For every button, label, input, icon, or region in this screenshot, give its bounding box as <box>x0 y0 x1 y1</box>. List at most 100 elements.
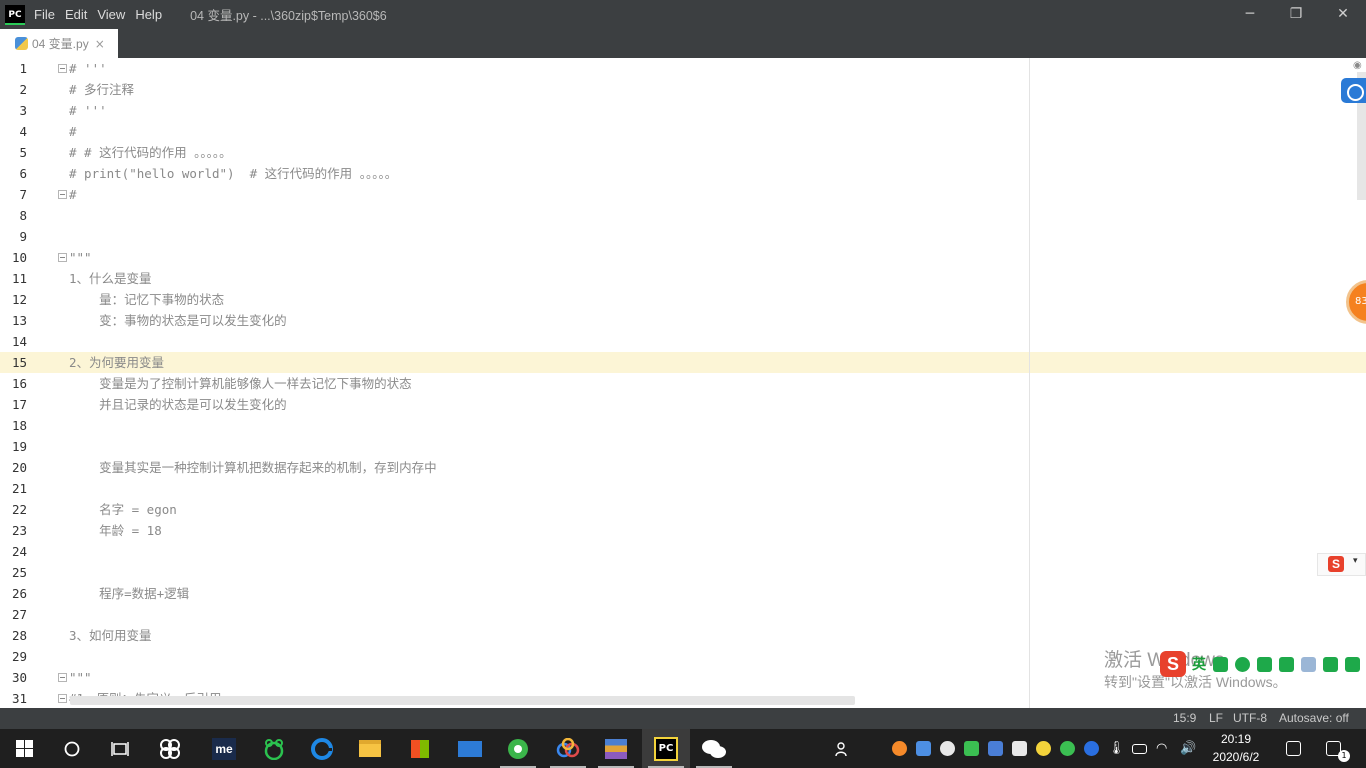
line-number[interactable]: 15 <box>0 352 27 373</box>
menu-help[interactable]: Help <box>135 7 162 22</box>
taskbar-app-wechat[interactable] <box>690 729 738 768</box>
taskbar-app-360[interactable] <box>250 729 298 768</box>
tray-defender-icon[interactable] <box>1012 741 1027 756</box>
code-line[interactable]: 16 变量是为了控制计算机能够像人一样去记忆下事物的状态 <box>0 373 1366 394</box>
ime-toolbar[interactable]: S 英 <box>1160 651 1366 677</box>
search-button[interactable] <box>48 729 96 768</box>
close-window-button[interactable]: ✕ <box>1320 0 1366 29</box>
code-line[interactable]: 20 变量其实是一种控制计算机把数据存起来的机制，存到内存中 <box>0 457 1366 478</box>
code-line[interactable]: 12 量：记忆下事物的状态 <box>0 289 1366 310</box>
task-view-button[interactable] <box>96 729 144 768</box>
file-encoding[interactable]: UTF-8 <box>1233 708 1267 729</box>
code-line[interactable]: 26 程序=数据+逻辑 <box>0 583 1366 604</box>
punctuation-icon[interactable] <box>1213 656 1228 672</box>
line-number[interactable]: 17 <box>0 394 27 415</box>
line-number[interactable]: 25 <box>0 562 27 583</box>
fold-toggle-icon[interactable] <box>58 253 67 262</box>
line-number[interactable]: 24 <box>0 541 27 562</box>
line-number[interactable]: 7 <box>0 184 27 205</box>
code-line[interactable]: 17 并且记录的状态是可以发生变化的 <box>0 394 1366 415</box>
skin-icon[interactable] <box>1323 656 1338 672</box>
tray-plus-icon[interactable] <box>1036 741 1051 756</box>
menu-edit[interactable]: Edit <box>65 7 87 22</box>
line-number[interactable]: 30 <box>0 667 27 688</box>
code-line[interactable]: 2 # 多行注释 <box>0 79 1366 100</box>
bluetooth-icon[interactable] <box>1084 741 1099 756</box>
line-number[interactable]: 16 <box>0 373 27 394</box>
code-line[interactable]: 6 # print("hello world") # 这行代码的作用 。。。。。 <box>0 163 1366 184</box>
keyboard-icon[interactable] <box>1279 656 1294 672</box>
code-line[interactable]: 25 <box>0 562 1366 583</box>
code-line[interactable]: 23 年龄 = 18 <box>0 520 1366 541</box>
line-number[interactable]: 28 <box>0 625 27 646</box>
show-desktop-icon[interactable] <box>1286 741 1301 756</box>
line-number[interactable]: 4 <box>0 121 27 142</box>
line-number[interactable]: 1 <box>0 58 27 79</box>
code-line[interactable]: 5 # # 这行代码的作用 。。。。。 <box>0 142 1366 163</box>
line-number[interactable]: 14 <box>0 331 27 352</box>
fold-toggle-icon[interactable] <box>58 673 67 682</box>
code-editor[interactable]: 1 # ''' 2 # 多行注释 3 # ''' 4 #5 # # 这行代码的作用 。。。。。 6… <box>0 58 1366 708</box>
line-number[interactable]: 5 <box>0 142 27 163</box>
line-number[interactable]: 13 <box>0 310 27 331</box>
line-number[interactable]: 22 <box>0 499 27 520</box>
chevron-down-icon[interactable]: ▾ <box>1353 556 1358 566</box>
line-number[interactable]: 23 <box>0 520 27 541</box>
volume-icon[interactable]: 🔊 <box>1180 741 1196 756</box>
code-line[interactable]: 27 <box>0 604 1366 625</box>
battery-icon[interactable] <box>1132 744 1147 754</box>
line-number[interactable]: 31 <box>0 688 27 708</box>
tray-netdisk-icon[interactable] <box>916 741 931 756</box>
code-line[interactable]: 15 2、为何要用变量 <box>0 352 1366 373</box>
code-line[interactable]: 9 <box>0 226 1366 247</box>
tab-04-variables[interactable]: 04 变量.py × <box>0 29 118 58</box>
people-icon[interactable] <box>835 741 850 757</box>
line-number[interactable]: 11 <box>0 268 27 289</box>
line-number[interactable]: 21 <box>0 478 27 499</box>
line-number[interactable]: 3 <box>0 100 27 121</box>
sogou-ime-mini-bar[interactable]: S ▾ <box>1317 553 1366 576</box>
taskbar-app-360-browser[interactable] <box>494 729 542 768</box>
line-number[interactable]: 12 <box>0 289 27 310</box>
baidu-netdisk-float-icon[interactable] <box>1341 78 1366 103</box>
restore-button[interactable]: ❐ <box>1273 0 1319 29</box>
wifi-icon[interactable]: ◠ <box>1156 741 1171 756</box>
code-line[interactable]: 24 <box>0 541 1366 562</box>
line-number[interactable]: 2 <box>0 79 27 100</box>
fold-toggle-icon[interactable] <box>58 694 67 703</box>
code-line[interactable]: 3 # ''' <box>0 100 1366 121</box>
code-line[interactable]: 14 <box>0 331 1366 352</box>
taskbar-app-explorer[interactable] <box>346 729 394 768</box>
line-number[interactable]: 10 <box>0 247 27 268</box>
code-line[interactable]: 21 <box>0 478 1366 499</box>
code-line[interactable]: 28 3、如何用变量 <box>0 625 1366 646</box>
caret-position[interactable]: 15:9 <box>1173 708 1196 729</box>
toolbox-icon[interactable] <box>1345 656 1360 672</box>
tray-translate-icon[interactable] <box>988 741 1003 756</box>
line-number[interactable]: 26 <box>0 583 27 604</box>
tray-wechat-icon[interactable] <box>940 741 955 756</box>
taskbar-app-winrar[interactable] <box>592 729 640 768</box>
taskbar-app-me[interactable]: me <box>200 729 248 768</box>
line-number[interactable]: 19 <box>0 436 27 457</box>
eye-icon[interactable]: ◉ <box>1353 60 1362 71</box>
line-number[interactable]: 9 <box>0 226 27 247</box>
code-line[interactable]: 1 # ''' <box>0 58 1366 79</box>
line-number[interactable]: 18 <box>0 415 27 436</box>
sogou-ime-icon[interactable]: S <box>1160 651 1186 677</box>
tray-360-icon[interactable] <box>1060 741 1075 756</box>
taskbar-app-mail[interactable] <box>446 729 494 768</box>
code-line[interactable]: 19 <box>0 436 1366 457</box>
code-line[interactable]: 4 # <box>0 121 1366 142</box>
autosave-status[interactable]: Autosave: off <box>1279 708 1349 729</box>
taskbar-app-baidu-netdisk[interactable] <box>544 729 592 768</box>
tray-speedball-icon[interactable] <box>892 741 907 756</box>
pycharm-logo-icon[interactable]: PC <box>5 4 25 25</box>
line-number[interactable]: 20 <box>0 457 27 478</box>
ime-language-toggle[interactable]: 英 <box>1192 654 1206 674</box>
thermometer-icon[interactable]: 🌡 <box>1108 741 1125 756</box>
line-number[interactable]: 27 <box>0 604 27 625</box>
minimize-button[interactable]: ─ <box>1227 0 1273 29</box>
system-clock[interactable]: 20:19 2020/6/2 <box>1203 730 1269 766</box>
taskbar-app-store[interactable] <box>396 729 444 768</box>
